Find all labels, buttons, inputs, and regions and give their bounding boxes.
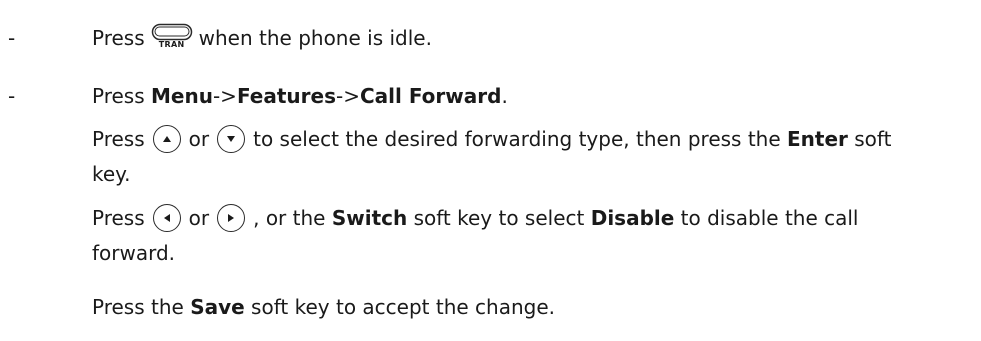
- period: .: [501, 84, 508, 108]
- call-forward-label: Call Forward: [359, 84, 502, 108]
- right-arrow-key-icon: [217, 204, 246, 232]
- step-save: Press the Save soft key to accept the ch…: [0, 290, 555, 324]
- tran-key-caption: TRAN: [158, 40, 185, 49]
- disable-call-text: to disable the call: [674, 206, 859, 230]
- menu-label: Menu: [151, 84, 213, 108]
- press-the-text: Press the: [92, 295, 191, 319]
- step-text-press: Press: [92, 26, 145, 50]
- step-disable: Press or , or the Switch soft key to sel…: [0, 201, 859, 235]
- key-text: key.: [92, 162, 131, 186]
- step-select-type-cont: key.: [0, 157, 131, 191]
- or-text: or: [188, 206, 210, 230]
- select-type-text: to select the desired forwarding type, t…: [253, 127, 787, 151]
- step-text-press: Press: [92, 127, 145, 151]
- step-text-press: Press: [92, 206, 145, 230]
- features-label: Features: [236, 84, 336, 108]
- or-text: or: [188, 127, 210, 151]
- forward-text: forward.: [92, 241, 176, 265]
- step-text-press: Press: [92, 84, 151, 108]
- path-separator: ->: [335, 84, 360, 108]
- soft-key-select-text: soft key to select: [407, 206, 591, 230]
- or-the-text: , or the: [253, 206, 332, 230]
- tran-key-icon: TRAN: [151, 23, 193, 49]
- step-menu-path: - Press Menu -> Features -> Call Forward…: [0, 79, 508, 113]
- accept-change-text: soft key to accept the change.: [244, 295, 555, 319]
- save-label: Save: [190, 295, 245, 319]
- left-arrow-key-icon: [152, 204, 181, 232]
- down-arrow-key-icon: [217, 125, 246, 153]
- enter-label: Enter: [787, 127, 848, 151]
- step-press-tran: - Press TRAN when the phone is idle.: [0, 21, 432, 55]
- up-arrow-key-icon: [152, 125, 181, 153]
- bullet-dash: -: [8, 84, 16, 108]
- disable-label: Disable: [590, 206, 675, 230]
- path-separator: ->: [212, 84, 237, 108]
- switch-label: Switch: [331, 206, 408, 230]
- step-select-type: Press or to select the desired forwardin…: [0, 122, 891, 156]
- step-text-idle: when the phone is idle.: [198, 26, 432, 50]
- bullet-dash: -: [8, 26, 16, 50]
- soft-text: soft: [847, 127, 892, 151]
- step-disable-cont: forward.: [0, 236, 175, 270]
